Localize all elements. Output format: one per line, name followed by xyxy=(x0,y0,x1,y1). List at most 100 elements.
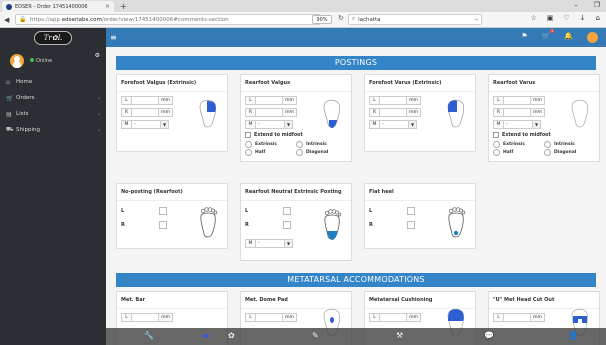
m-select[interactable]: - ▼ xyxy=(255,119,293,129)
tools-icon[interactable]: ⚒ xyxy=(396,331,403,340)
left-checkbox[interactable] xyxy=(407,207,415,215)
sidebar-item-home[interactable]: ⌂ Home xyxy=(0,74,106,90)
shoe-icon[interactable]: ▬ xyxy=(202,331,210,340)
card-no-posting: No-posting (Rearfoot) L R xyxy=(116,183,228,249)
flag-icon[interactable]: ⚑ xyxy=(521,32,527,43)
left-mm-input[interactable] xyxy=(379,312,407,322)
radio-extrinsic[interactable]: Extrinsic xyxy=(493,140,544,148)
radio-circle[interactable] xyxy=(245,148,252,156)
address-bar[interactable]: 🔒 https://app.edserlabs.com/order/view/1… xyxy=(15,14,322,25)
sidebar-item-orders[interactable]: 🛒 Orders ‹ xyxy=(0,90,106,106)
radio-circle[interactable] xyxy=(544,148,551,156)
radio-circle[interactable] xyxy=(296,148,303,156)
back-icon[interactable]: ◀ xyxy=(4,16,9,24)
chevron-left-icon: ‹ xyxy=(97,126,100,134)
right-mm-input[interactable] xyxy=(503,107,531,117)
download-icon[interactable]: ↓ xyxy=(580,14,586,22)
settings-gear-icon[interactable]: ⚙ xyxy=(95,52,100,59)
sidebar-item-label: Orders xyxy=(16,95,35,101)
left-checkbox[interactable] xyxy=(159,207,167,215)
radio-extrinsic[interactable]: Extrinsic xyxy=(245,140,296,148)
extend-midfoot-checkbox[interactable]: Extend to midfoot xyxy=(493,132,595,138)
checkbox[interactable] xyxy=(493,132,499,138)
search-go-icon[interactable]: → xyxy=(474,17,478,23)
browser-tab[interactable]: EDSER - Order 17451400006 × xyxy=(2,1,114,12)
radio-diagonal[interactable]: Diagonal xyxy=(544,148,595,156)
browser-search-input[interactable]: ⌕ lachatta → xyxy=(348,14,482,25)
m-label: M xyxy=(245,238,255,248)
checkbox[interactable] xyxy=(245,132,251,138)
reload-icon[interactable]: ↻ xyxy=(338,14,344,22)
right-label: R xyxy=(245,107,255,117)
foot-flat-heel-icon xyxy=(448,207,466,238)
cart-badge-icon[interactable]: 🛒 1 xyxy=(542,29,555,43)
brand-logo[interactable]: Tr✿L xyxy=(34,30,72,45)
card-title: Forefoot Valgus (Extrinsic) xyxy=(117,75,227,92)
user-icon[interactable]: 👤 xyxy=(568,331,578,340)
zoom-level[interactable]: 90% xyxy=(312,15,332,24)
right-checkbox[interactable] xyxy=(283,221,291,229)
radio-circle[interactable] xyxy=(493,148,500,156)
wrench-icon[interactable]: 🔧 xyxy=(144,331,154,340)
radio-circle[interactable] xyxy=(296,140,303,148)
left-checkbox[interactable] xyxy=(283,207,291,215)
clipboard-icon[interactable]: ▣ xyxy=(547,14,554,22)
chat-icon[interactable]: 💬 xyxy=(484,331,494,340)
radio-half[interactable]: Half xyxy=(245,148,296,156)
m-select[interactable]: - ▼ xyxy=(255,238,293,248)
posting-type-radios: Extrinsic Intrinsic Half Diagonal xyxy=(245,140,347,156)
left-mm-input[interactable] xyxy=(255,95,283,105)
radio-half[interactable]: Half xyxy=(493,148,544,156)
right-mm-input[interactable] xyxy=(255,107,283,117)
right-mm-input[interactable] xyxy=(379,107,407,117)
radio-diagonal[interactable]: Diagonal xyxy=(296,148,347,156)
radio-intrinsic[interactable]: Intrinsic xyxy=(296,140,347,148)
radio-circle[interactable] xyxy=(544,140,551,148)
m-select[interactable]: - ▼ xyxy=(503,119,541,129)
hamburger-menu-icon[interactable]: ≡ xyxy=(110,33,117,42)
m-select[interactable]: - ▼ xyxy=(131,119,169,129)
left-mm-input[interactable] xyxy=(503,312,531,322)
logo-bar: Tr✿L xyxy=(0,28,106,47)
restore-icon[interactable]: ❐ xyxy=(594,1,600,9)
sidebar-item-shipping[interactable]: ⛟ Shipping ‹ xyxy=(0,122,106,138)
user-avatar-small[interactable] xyxy=(587,32,598,43)
radio-circle[interactable] xyxy=(245,140,252,148)
sidebar-item-label: Home xyxy=(16,79,33,85)
home-nav-icon[interactable]: ⌂ xyxy=(596,14,600,22)
sidebar-item-label: Lists xyxy=(16,111,29,117)
right-checkbox[interactable] xyxy=(159,221,167,229)
radio-circle[interactable] xyxy=(493,140,500,148)
right-mm-input[interactable] xyxy=(131,107,159,117)
star-icon[interactable]: ☆ xyxy=(530,14,536,22)
sidebar-item-lists[interactable]: ▤ Lists ‹ xyxy=(0,106,106,122)
left-label: L xyxy=(493,95,503,105)
right-label: R xyxy=(369,222,373,228)
unit-label: mm xyxy=(531,95,545,105)
left-mm-input[interactable] xyxy=(255,312,283,322)
foot-forefoot-icon xyxy=(199,99,217,128)
close-tab-icon[interactable]: × xyxy=(105,3,110,10)
pen-icon[interactable]: ✎ xyxy=(312,331,319,340)
left-mm-input[interactable] xyxy=(131,95,159,105)
minimize-icon[interactable]: – xyxy=(574,1,578,9)
left-label: L xyxy=(369,95,379,105)
left-mm-input[interactable] xyxy=(131,312,159,322)
app-top-bar: ≡ ⚑ 🛒 1 🔔 xyxy=(106,28,606,47)
pocket-icon[interactable]: ♡ xyxy=(563,14,569,22)
extend-midfoot-checkbox[interactable]: Extend to midfoot xyxy=(245,132,347,138)
radio-intrinsic[interactable]: Intrinsic xyxy=(544,140,595,148)
paw-icon[interactable]: ✿ xyxy=(228,331,235,340)
right-checkbox[interactable] xyxy=(407,221,415,229)
left-mm-input[interactable] xyxy=(503,95,531,105)
new-tab-button[interactable]: + xyxy=(120,2,127,11)
chevron-down-icon: ▼ xyxy=(284,239,292,247)
left-mm-input[interactable] xyxy=(379,95,407,105)
m-select[interactable]: - ▼ xyxy=(379,119,417,129)
card-flat-heel: Flat heel L R xyxy=(364,183,476,249)
chevron-down-icon: ▼ xyxy=(532,120,540,128)
card-forefoot-valgus: Forefoot Valgus (Extrinsic) Lmm Rmm M - ▼ xyxy=(116,74,228,152)
card-body: Lmm Rmm M - ▼ xyxy=(117,92,227,134)
bell-icon[interactable]: 🔔 xyxy=(564,32,573,43)
unit-label: mm xyxy=(159,312,173,322)
